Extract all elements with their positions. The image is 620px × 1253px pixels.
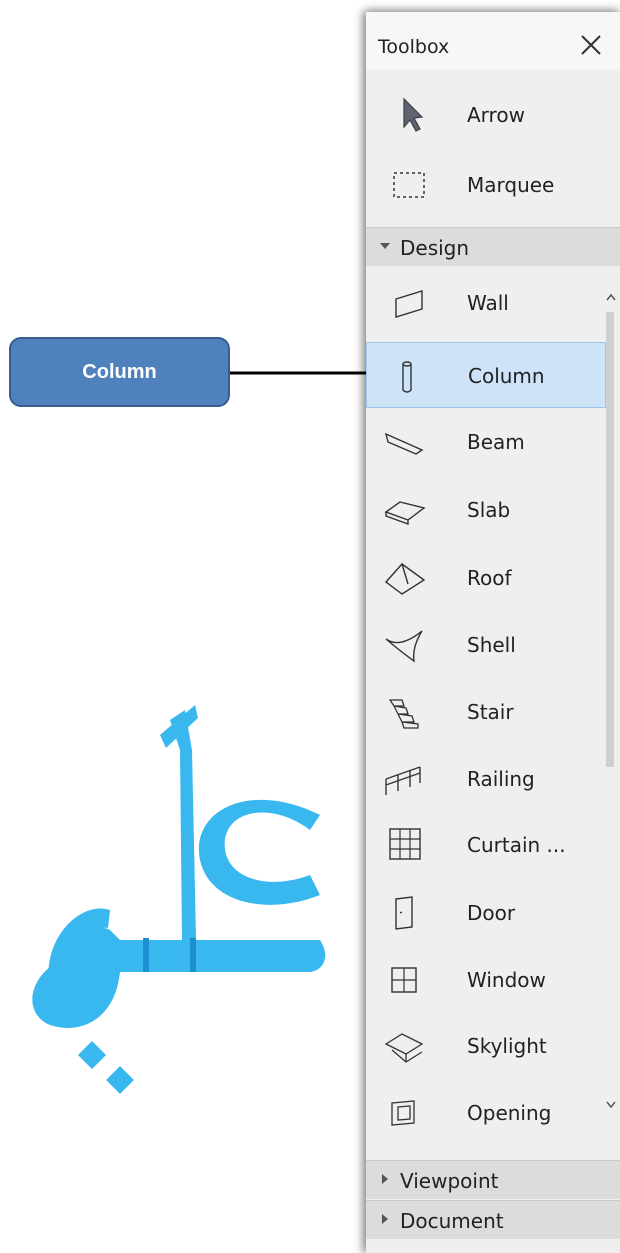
tool-roof-label: Roof <box>467 566 512 590</box>
toolbox-panel: Toolbox Arrow Marquee Design Wall Column… <box>366 12 620 1253</box>
marquee-icon <box>393 172 425 198</box>
scroll-up-icon[interactable] <box>605 292 617 302</box>
tool-stair[interactable]: Stair <box>366 679 606 745</box>
tool-stair-label: Stair <box>467 700 514 724</box>
section-viewpoint[interactable]: Viewpoint <box>366 1160 620 1199</box>
tool-railing-label: Railing <box>467 767 535 791</box>
section-document-label: Document <box>400 1209 504 1233</box>
door-icon <box>395 896 413 930</box>
section-design[interactable]: Design <box>366 227 620 266</box>
chevron-right-icon <box>382 1214 388 1224</box>
tool-shell[interactable]: Shell <box>366 612 606 678</box>
tool-window-label: Window <box>467 968 546 992</box>
arrow-pointer-icon <box>403 97 424 132</box>
tool-arrow[interactable]: Arrow <box>366 82 606 148</box>
tool-beam[interactable]: Beam <box>366 409 606 475</box>
skylight-icon <box>384 1033 424 1063</box>
slab-icon <box>384 501 426 525</box>
tool-wall[interactable]: Wall <box>366 270 606 336</box>
curtain-wall-icon <box>389 828 421 860</box>
section-design-label: Design <box>400 236 470 260</box>
tool-curtain-wall-label: Curtain ... <box>467 833 566 857</box>
toolbox-header: Toolbox <box>366 12 620 70</box>
column-icon <box>402 361 412 393</box>
tool-opening-label: Opening <box>467 1101 552 1125</box>
railing-icon <box>385 766 421 795</box>
tool-shell-label: Shell <box>467 633 516 657</box>
chevron-down-icon <box>380 243 390 249</box>
tool-skylight[interactable]: Skylight <box>366 1013 606 1079</box>
toolbox-title: Toolbox <box>378 36 450 58</box>
roof-icon <box>384 563 426 595</box>
watermark-logo <box>32 705 326 1094</box>
tool-door[interactable]: Door <box>366 880 606 946</box>
wall-icon <box>395 290 423 318</box>
scrollbar-thumb[interactable] <box>606 312 614 767</box>
tool-door-label: Door <box>467 901 516 925</box>
tool-roof[interactable]: Roof <box>366 545 606 611</box>
column-callout: Column <box>9 337 230 407</box>
tool-column-label: Column <box>468 364 545 388</box>
tool-arrow-label: Arrow <box>467 103 525 127</box>
stair-icon <box>388 699 419 729</box>
shell-icon <box>385 630 423 663</box>
tool-curtain-wall[interactable]: Curtain ... <box>366 812 606 878</box>
tool-slab-label: Slab <box>467 498 511 522</box>
chevron-right-icon <box>382 1174 388 1184</box>
tool-wall-label: Wall <box>467 291 509 315</box>
tool-window[interactable]: Window <box>366 947 606 1013</box>
tool-marquee-label: Marquee <box>467 173 555 197</box>
tool-opening[interactable]: Opening <box>366 1080 606 1146</box>
beam-icon <box>384 432 424 455</box>
tool-slab[interactable]: Slab <box>366 477 606 543</box>
section-viewpoint-label: Viewpoint <box>400 1169 499 1193</box>
tool-beam-label: Beam <box>467 430 525 454</box>
close-icon[interactable] <box>578 32 604 58</box>
tool-railing[interactable]: Railing <box>366 746 606 812</box>
opening-icon <box>391 1100 415 1126</box>
tool-skylight-label: Skylight <box>467 1034 547 1058</box>
tool-marquee[interactable]: Marquee <box>366 152 606 218</box>
window-icon <box>391 967 417 993</box>
scroll-down-icon[interactable] <box>605 1100 617 1110</box>
section-document[interactable]: Document <box>366 1200 620 1239</box>
tool-column[interactable]: Column <box>366 342 606 408</box>
